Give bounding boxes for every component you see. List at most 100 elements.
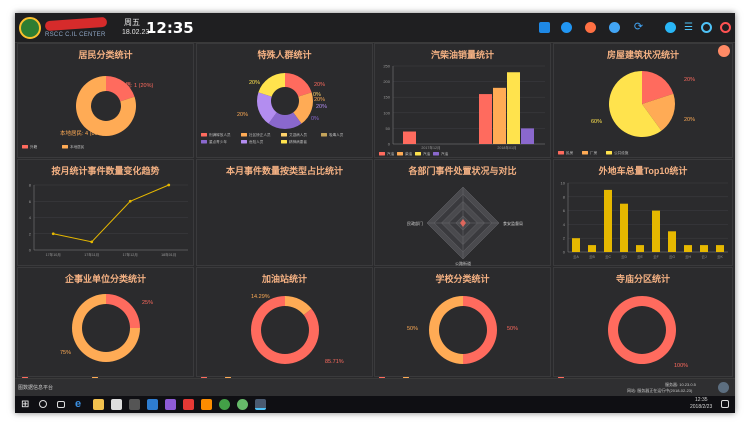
globe-icon[interactable] — [561, 22, 572, 33]
store-icon[interactable] — [111, 399, 122, 410]
x-tick-label: 17年12月 — [123, 252, 138, 257]
bar — [700, 245, 708, 252]
status-left: 图数据信息平台 — [18, 385, 54, 391]
start-icon[interactable]: ⊞ — [21, 399, 32, 410]
chart-svg — [197, 160, 374, 267]
logo-icon — [19, 17, 41, 39]
circle-icon[interactable] — [701, 22, 712, 33]
x-tick-label: 云E — [637, 255, 643, 259]
legend-swatch — [558, 151, 564, 155]
chart-svg: 25% 75% — [22, 294, 153, 378]
bar — [620, 203, 628, 252]
pie-icon[interactable] — [585, 22, 596, 33]
taskview-icon[interactable] — [57, 401, 65, 408]
slice-label: 20% — [314, 82, 325, 88]
app-green-icon[interactable] — [237, 399, 248, 410]
explorer-icon[interactable] — [93, 399, 104, 410]
user-icon[interactable] — [665, 22, 676, 33]
slice-label: 75% — [60, 350, 71, 356]
slice-label: 20% — [684, 77, 695, 83]
slice-label: 20% — [316, 104, 327, 110]
settings-app-icon[interactable] — [165, 399, 176, 410]
weekday: 周五 — [124, 18, 140, 27]
bar — [521, 128, 534, 144]
legend-label: 本地居民 — [70, 144, 85, 149]
vscode-icon[interactable] — [147, 399, 158, 410]
app-red-icon[interactable] — [183, 399, 194, 410]
slice-label: 外籍: 1 (20%) — [120, 81, 153, 89]
legend-swatch — [379, 152, 385, 156]
legend-swatch — [241, 133, 247, 137]
app-orange-icon[interactable] — [201, 399, 212, 410]
x-tick-label: 云G — [669, 255, 675, 259]
legend-swatch — [281, 133, 287, 137]
chart-svg: 0 2 4 6 8 10 云A 云B 云C 云D 云E 云F 云G 云H 云J 云K — [561, 181, 728, 259]
power-icon[interactable] — [720, 22, 731, 33]
legend-swatch — [397, 152, 403, 156]
x-tick-label: 云H — [685, 255, 691, 259]
radar-indicator: 食安监督局 — [503, 220, 523, 226]
edge-icon[interactable]: e — [75, 399, 86, 410]
x-tick-label: 云F — [653, 255, 658, 259]
panel-4: 房屋建筑状况统计 20% 20% 60% 民房 厂房 公共设施 — [553, 43, 733, 158]
bar — [403, 131, 416, 144]
map-icon[interactable] — [539, 22, 550, 33]
panel-9: 企事业单位分类统计 25% 75% — [17, 267, 194, 378]
brand-subtitle: RSCC C.IL CENTER — [45, 32, 106, 38]
tray-time: 12:35 — [695, 397, 708, 403]
legend-swatch — [201, 140, 207, 144]
wechat-icon[interactable] — [219, 399, 230, 410]
legend-swatch — [62, 145, 68, 149]
legend-swatch — [582, 151, 588, 155]
x-tick-label: 云C — [605, 255, 611, 259]
y-tick-label: 4 — [29, 215, 32, 220]
redacted-brand — [44, 16, 108, 32]
line-point — [51, 232, 55, 236]
y-tick-label: 100 — [383, 110, 390, 115]
pie-slice — [607, 296, 676, 364]
top-bar: RSCC C.IL CENTER 周五 18.02.23 12:35 ⟳ ☰ — [15, 13, 735, 43]
bar — [493, 87, 506, 144]
legend-label: 吸毒人员 — [329, 132, 344, 137]
bar — [479, 94, 492, 144]
legend-label: 厂房 — [590, 150, 598, 155]
y-tick-label: 250 — [383, 64, 390, 69]
bar — [636, 245, 644, 252]
panel-12: 寺庙分区统计 100% — [553, 267, 733, 378]
float-widget-icon[interactable] — [718, 45, 730, 57]
legend-swatch — [433, 152, 439, 156]
chart-svg: 0 50 100 150 200 250 2017年12月 2018年01月汽油 柴油 汽油 汽油 — [379, 64, 545, 156]
y-tick-label: 2 — [29, 231, 32, 236]
pie-slice — [429, 296, 463, 364]
menu-icon[interactable]: ☰ — [683, 22, 694, 33]
slice-label: 本地居民: 4 (80%) — [60, 129, 104, 137]
panel-6: 本月事件数量按类型占比统计 — [196, 159, 373, 266]
slice-label: 25% — [142, 300, 153, 306]
radar-indicator: 公路街道 — [455, 260, 471, 266]
y-tick-label: 2 — [563, 236, 566, 241]
search-icon[interactable] — [39, 400, 47, 408]
tools-icon[interactable] — [609, 22, 620, 33]
chart-svg: 100% — [558, 296, 688, 378]
legend-label: 精神病患者 — [289, 139, 307, 144]
chart-svg: 20% 20% 60% 民房 厂房 公共设施 — [558, 71, 695, 155]
legend-label: 柴油 — [405, 151, 413, 156]
refresh-icon[interactable]: ⟳ — [633, 22, 644, 33]
legend-label: 民房 — [566, 150, 574, 155]
tray-date: 2018/2/23 — [690, 404, 713, 410]
legend-label: 艾滋病人员 — [289, 132, 307, 137]
browser-active-icon[interactable] — [255, 399, 266, 410]
taskbar: ⊞ e 12:35 2018/2/23 — [15, 396, 735, 413]
legend-label: 危险人员 — [249, 139, 264, 144]
legend-swatch — [22, 145, 28, 149]
x-tick-label: 17年11月 — [84, 252, 99, 257]
chart-svg: 50% 50% — [379, 296, 518, 378]
terminal-icon[interactable] — [129, 399, 140, 410]
status-round-icon[interactable] — [718, 382, 729, 393]
notification-icon[interactable] — [721, 400, 729, 408]
y-tick-label: 50 — [386, 126, 391, 131]
legend-label: 外籍 — [30, 144, 38, 149]
line-point — [90, 240, 94, 244]
legend-label: 重点青少年 — [209, 139, 227, 144]
slice-label: 50% — [407, 326, 418, 332]
